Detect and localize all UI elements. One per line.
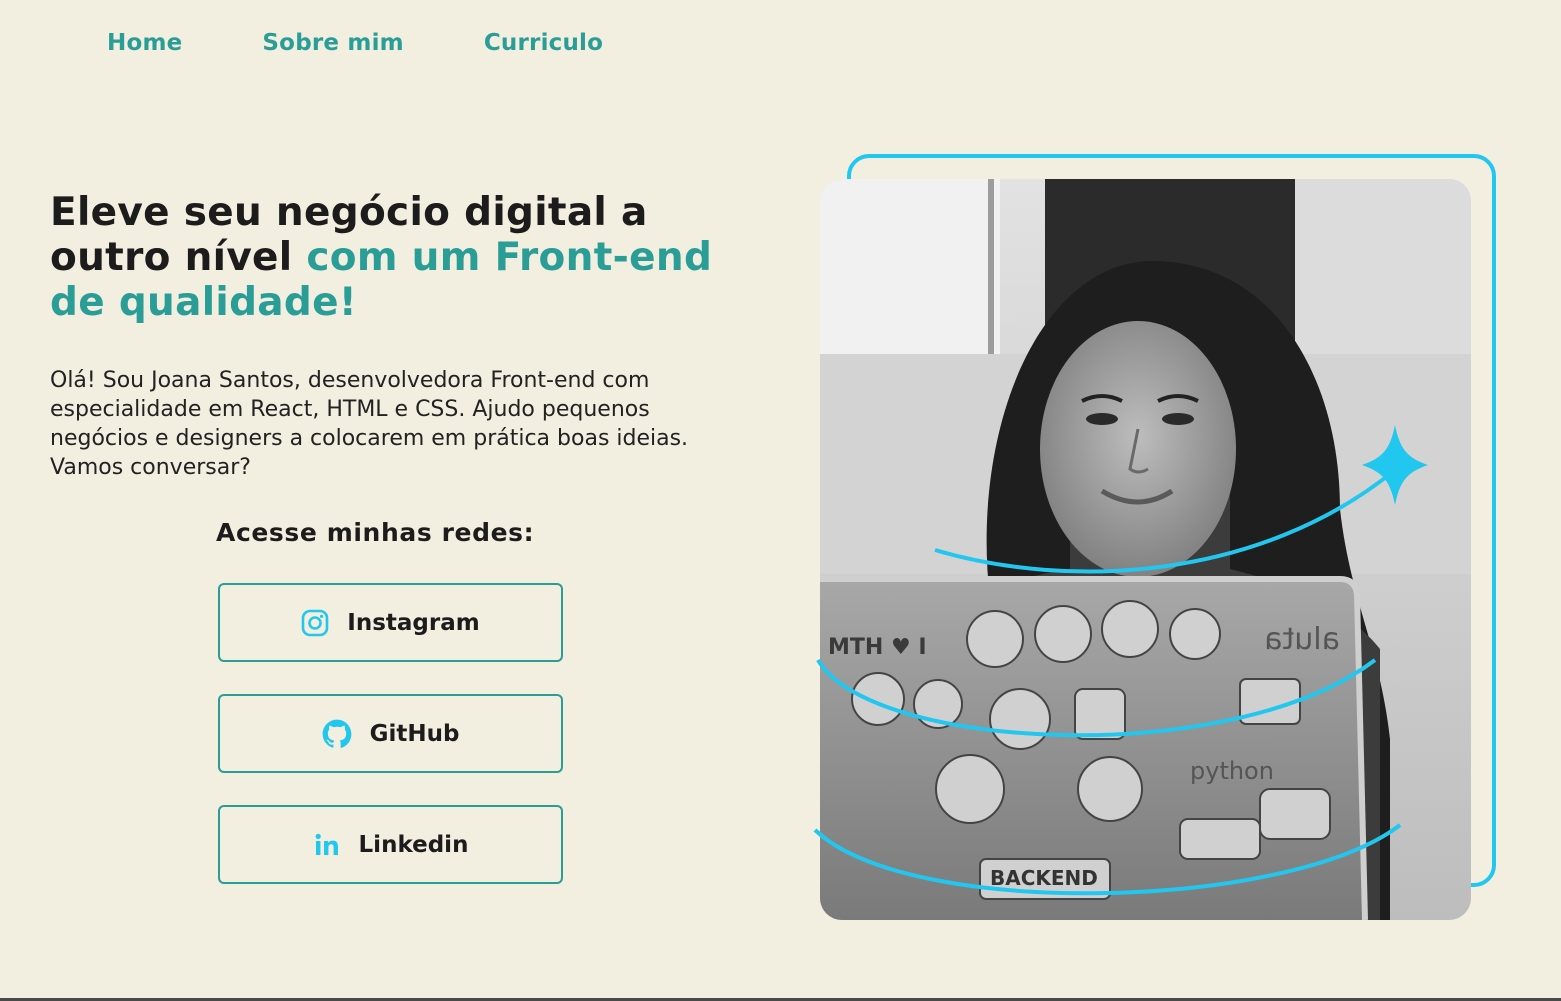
github-button[interactable]: GitHub xyxy=(218,694,563,773)
github-label: GitHub xyxy=(369,720,460,747)
profile-photo-illustration: MTH ♥ I aluta python BACKEND xyxy=(820,179,1471,920)
sticker-text-python: python xyxy=(1190,757,1274,785)
linkedin-icon xyxy=(313,831,341,859)
nav-about-link[interactable]: Sobre mim xyxy=(262,30,403,56)
main-nav: Home Sobre mim Curriculo xyxy=(107,30,603,56)
profile-photo: MTH ♥ I aluta python BACKEND xyxy=(820,179,1471,920)
linkedin-button[interactable]: Linkedin xyxy=(218,805,563,884)
github-icon xyxy=(322,719,352,749)
social-section-title: Acesse minhas redes: xyxy=(216,518,535,547)
page: Home Sobre mim Curriculo Eleve seu negóc… xyxy=(0,0,1561,1001)
hero-description: Olá! Sou Joana Santos, desenvolvedora Fr… xyxy=(50,368,689,480)
nav-home-link[interactable]: Home xyxy=(107,30,182,56)
sticker-text-aluta: aluta xyxy=(1264,622,1340,657)
sticker-text-backend: BACKEND xyxy=(990,866,1098,890)
hero-title: Eleve seu negócio digital a outro nível … xyxy=(50,190,730,325)
instagram-button[interactable]: Instagram xyxy=(218,583,563,662)
instagram-icon xyxy=(301,609,329,637)
sticker-text-mth: MTH ♥ I xyxy=(828,635,927,660)
instagram-label: Instagram xyxy=(347,609,480,636)
linkedin-label: Linkedin xyxy=(358,831,469,858)
nav-resume-link[interactable]: Curriculo xyxy=(484,30,603,56)
